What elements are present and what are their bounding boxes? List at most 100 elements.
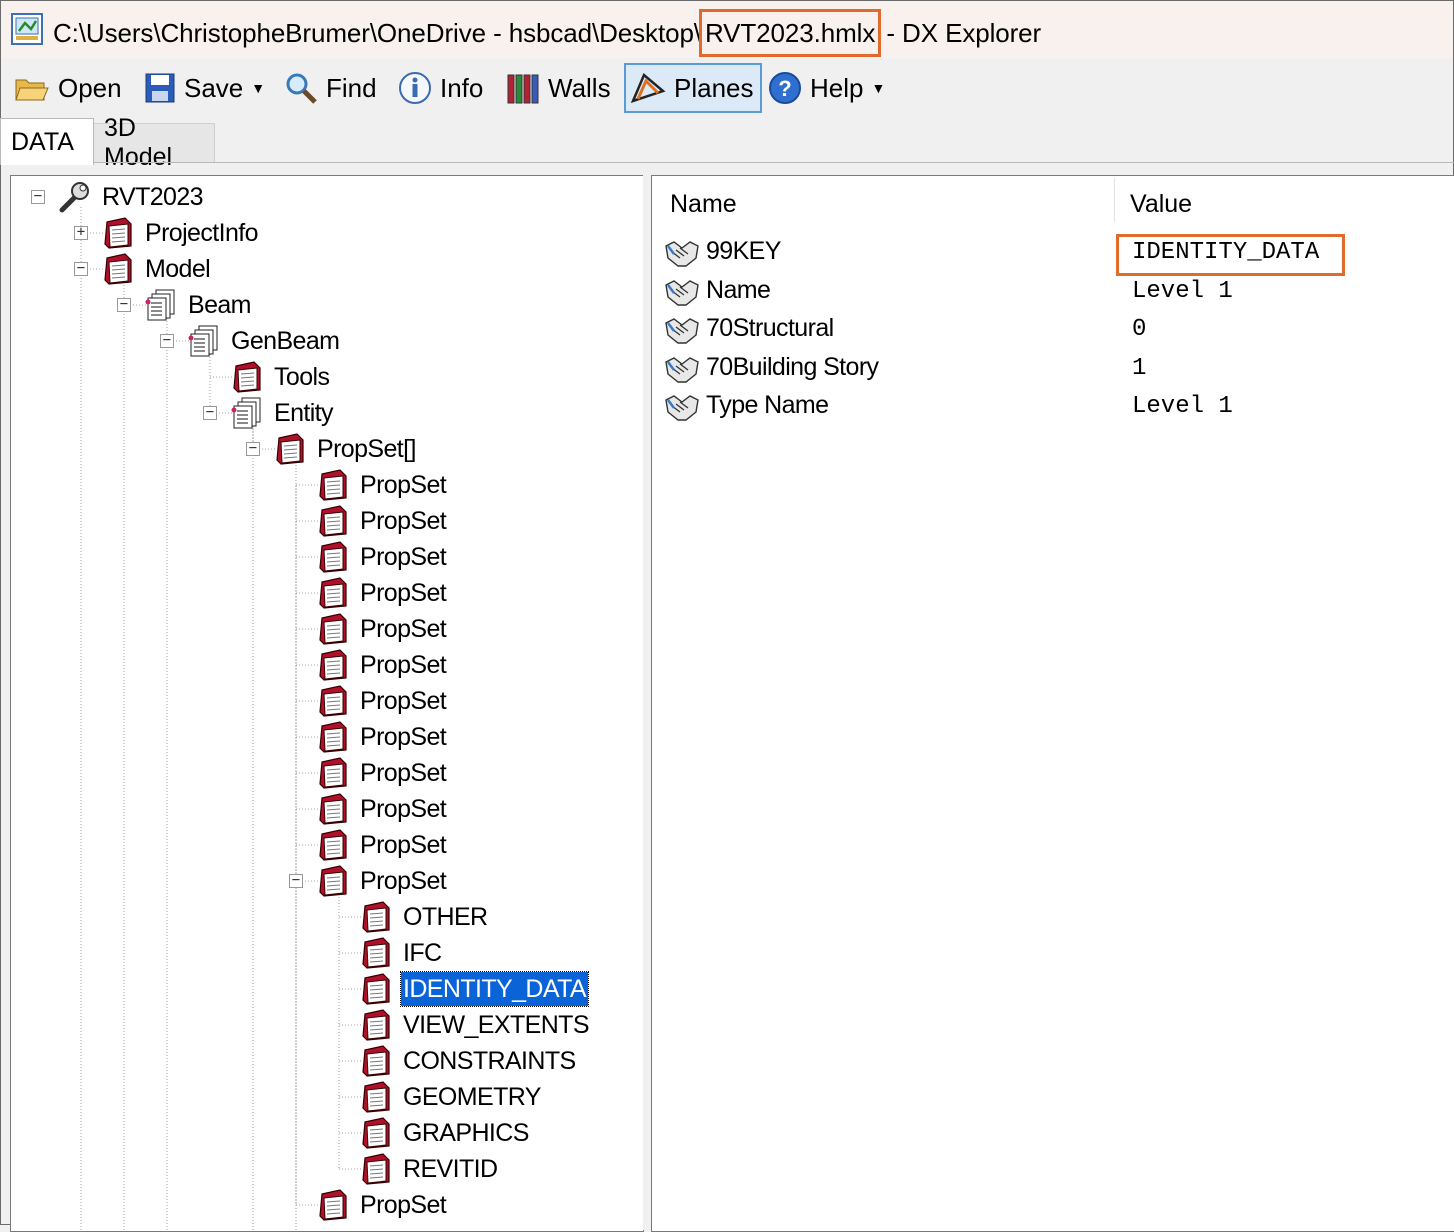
tree-node[interactable]: VIEW_EXTENTS: [403, 1008, 590, 1042]
title-path: C:\Users\ChristopheBrumer\OneDrive - hsb…: [53, 18, 701, 48]
tree-node[interactable]: PropSet: [360, 792, 447, 826]
help-icon: ?: [769, 72, 801, 104]
tree-node[interactable]: PropSet: [360, 576, 447, 610]
book-icon: [319, 1189, 347, 1221]
collapse-icon[interactable]: −: [160, 333, 174, 348]
property-name[interactable]: 70Structural: [706, 314, 834, 343]
planes-button[interactable]: Planes: [624, 63, 762, 113]
property-name[interactable]: 70Building Story: [706, 353, 879, 382]
tree-node[interactable]: PropSet: [360, 612, 447, 646]
help-button[interactable]: ? Help ▼: [768, 64, 885, 112]
document-stack-icon: [188, 325, 218, 357]
tree-node[interactable]: OTHER: [403, 900, 488, 934]
property-value[interactable]: 1: [1132, 355, 1146, 382]
property-name[interactable]: Type Name: [706, 391, 829, 420]
book-icon: [319, 757, 347, 789]
collapse-icon[interactable]: −: [289, 873, 303, 888]
tree-node[interactable]: PropSet: [360, 468, 447, 502]
panel-splitter[interactable]: [643, 175, 651, 1230]
property-value[interactable]: IDENTITY_DATA: [1132, 239, 1319, 266]
book-icon: [362, 901, 390, 933]
handshake-icon: [665, 318, 699, 344]
tree-node[interactable]: IFC: [403, 936, 442, 970]
tree-node[interactable]: Model: [145, 252, 211, 286]
tab-divider: [0, 162, 1454, 163]
tree-node[interactable]: PropSet: [360, 540, 447, 574]
tree-node[interactable]: GenBeam: [231, 324, 340, 358]
wrench-icon: [59, 182, 89, 213]
title-bar: C:\Users\ChristopheBrumer\OneDrive - hsb…: [1, 1, 1453, 58]
tree-node[interactable]: PropSet: [360, 864, 447, 898]
book-icon: [276, 433, 304, 465]
tree-node[interactable]: RVT2023: [102, 180, 204, 214]
handshake-icon: [665, 279, 699, 306]
tree-node[interactable]: Beam: [188, 288, 252, 322]
property-value[interactable]: 0: [1132, 316, 1146, 343]
book-icon: [319, 577, 347, 609]
title-filename: RVT2023.hmlx: [698, 9, 882, 57]
svg-text:?: ?: [778, 76, 791, 101]
book-icon: [362, 1045, 390, 1077]
tree-node[interactable]: PropSet[]: [317, 432, 416, 466]
column-header-value[interactable]: Value: [1130, 190, 1192, 219]
help-dropdown-arrow-icon[interactable]: ▼: [871, 80, 885, 96]
save-button[interactable]: Save ▼: [144, 64, 265, 112]
save-label: Save: [184, 72, 244, 103]
open-button[interactable]: Open: [14, 64, 122, 112]
document-stack-icon: [231, 397, 261, 429]
collapse-icon[interactable]: −: [74, 261, 88, 276]
title-app: - DX Explorer: [879, 18, 1042, 48]
tree-node[interactable]: PropSet: [360, 504, 447, 538]
collapse-icon[interactable]: −: [203, 405, 217, 420]
tree-node[interactable]: GEOMETRY: [403, 1080, 541, 1114]
tab-3d-model[interactable]: 3D Model: [93, 114, 215, 171]
book-icon: [362, 1009, 390, 1041]
walls-icon: [507, 74, 539, 104]
book-icon: [233, 361, 261, 393]
column-header-name[interactable]: Name: [670, 190, 737, 219]
window-title: C:\Users\ChristopheBrumer\OneDrive - hsb…: [53, 9, 1042, 57]
expand-icon[interactable]: +: [74, 225, 88, 240]
book-icon: [319, 829, 347, 861]
handshake-icon: [665, 356, 699, 383]
info-icon: [399, 72, 431, 104]
save-dropdown-arrow-icon[interactable]: ▼: [251, 80, 265, 96]
collapse-icon[interactable]: −: [246, 441, 260, 456]
tree-node[interactable]: PropSet: [360, 720, 447, 754]
tree-node[interactable]: PropSet: [360, 684, 447, 718]
info-button[interactable]: Info: [398, 64, 483, 112]
book-icon: [319, 541, 347, 573]
find-button[interactable]: Find: [284, 64, 377, 112]
tree-node[interactable]: Tools: [274, 360, 330, 394]
book-icon: [362, 937, 390, 969]
book-icon: [104, 217, 132, 249]
tree-node[interactable]: PropSet: [360, 756, 447, 790]
tree-node[interactable]: PropSet: [360, 648, 447, 682]
tree-node[interactable]: PropSet: [360, 1188, 447, 1222]
tree-node[interactable]: PropSet: [360, 828, 447, 862]
tree-node[interactable]: ProjectInfo: [145, 216, 259, 250]
tab-3d-model-label: 3D Model: [104, 114, 173, 171]
collapse-icon[interactable]: −: [31, 189, 45, 204]
property-value[interactable]: Level 1: [1132, 278, 1233, 305]
tab-data-label: DATA: [11, 127, 74, 156]
planes-icon: [630, 72, 666, 104]
tree-node[interactable]: Entity: [274, 396, 334, 430]
tab-data[interactable]: DATA: [0, 118, 94, 165]
column-separator[interactable]: [1114, 178, 1115, 222]
tree-node[interactable]: CONSTRAINTS: [403, 1044, 576, 1078]
property-value[interactable]: Level 1: [1132, 393, 1233, 420]
collapse-icon[interactable]: −: [117, 297, 131, 312]
property-list[interactable]: Name Value 99KEY IDENTITY_DATA Name Level …: [651, 175, 1454, 1232]
tree-node-selected[interactable]: IDENTITY_DATA: [400, 971, 589, 1007]
app-icon: [11, 13, 43, 45]
book-icon: [362, 1081, 390, 1113]
tree-node[interactable]: REVITID: [403, 1152, 498, 1186]
book-icon: [362, 1153, 390, 1185]
property-name[interactable]: 99KEY: [706, 237, 781, 266]
tree-view[interactable]: − RVT2023 + ProjectInfo − Model − Beam − Gen…: [10, 175, 644, 1232]
tree-node[interactable]: GRAPHICS: [403, 1116, 529, 1150]
walls-button[interactable]: Walls: [506, 64, 611, 112]
property-name[interactable]: Name: [706, 276, 771, 305]
handshake-icon: [665, 395, 699, 421]
